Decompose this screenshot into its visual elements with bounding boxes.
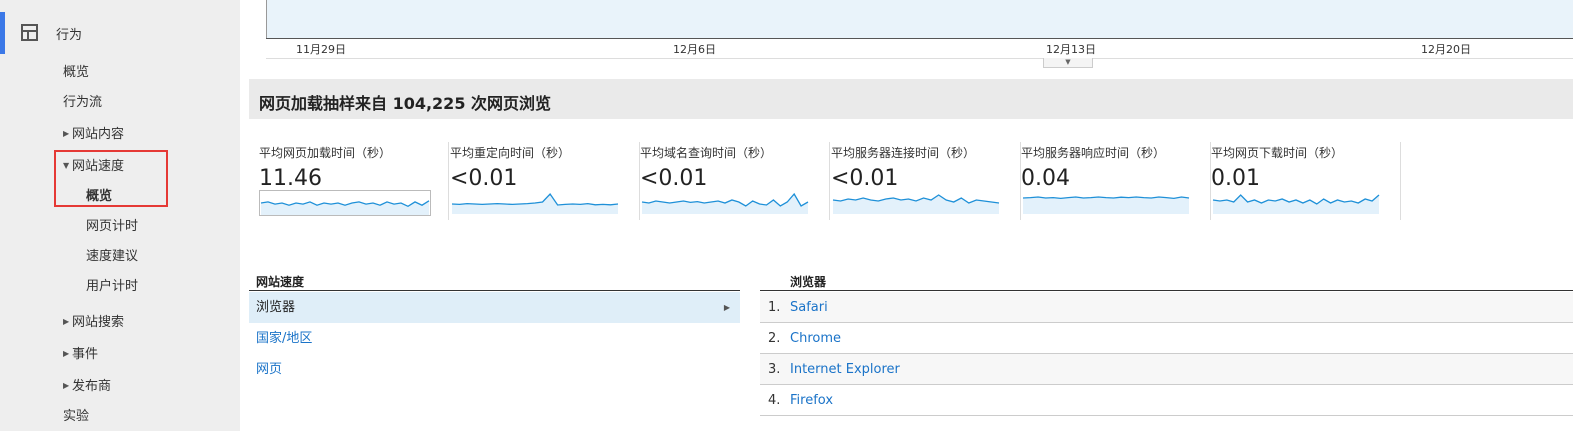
- row-number: 4.: [768, 393, 781, 408]
- metric-avg-domain-lookup-time[interactable]: 平均域名查询时间（秒） <0.01: [640, 142, 830, 220]
- metric-label: 平均服务器响应时间（秒）: [1021, 146, 1166, 160]
- dimension-column-header: 网站速度: [256, 275, 305, 289]
- sidebar-item-page-timings[interactable]: 网页计时: [86, 215, 138, 234]
- table-row: 2. Chrome: [760, 323, 1573, 354]
- metric-sparkline: [1022, 196, 1190, 214]
- caret-right-icon: ▶: [63, 349, 70, 358]
- section-title[interactable]: 行为: [56, 24, 82, 43]
- metric-value: 0.04: [1021, 166, 1070, 191]
- table-row: 3. Internet Explorer: [760, 354, 1573, 385]
- metric-avg-server-response-time[interactable]: 平均服务器响应时间（秒） 0.04: [1021, 142, 1211, 220]
- active-section-indicator: [0, 12, 5, 54]
- metric-value: 11.46: [259, 166, 322, 191]
- collapse-chart-toggle[interactable]: ▼: [1043, 58, 1093, 68]
- sidebar-item-events[interactable]: ▶ 事件: [63, 343, 98, 362]
- page-title: 网页加载抽样来自 104,225 次网页浏览: [259, 94, 552, 113]
- metric-value: <0.01: [450, 166, 518, 191]
- browser-link[interactable]: Chrome: [790, 323, 841, 354]
- metric-sparkline: [1212, 194, 1380, 214]
- metric-avg-redirect-time[interactable]: 平均重定向时间（秒） <0.01: [450, 142, 640, 220]
- dimension-label: 浏览器: [256, 300, 296, 315]
- metric-value: <0.01: [831, 166, 899, 191]
- metric-avg-server-connection-time[interactable]: 平均服务器连接时间（秒） <0.01: [831, 142, 1021, 220]
- dimension-row-page[interactable]: 网页: [249, 354, 740, 385]
- metric-label: 平均网页下载时间（秒）: [1211, 146, 1344, 160]
- sparkline-line: [451, 192, 619, 206]
- metric-value: 0.01: [1211, 166, 1260, 191]
- sidebar-item-overview[interactable]: 概览: [63, 61, 89, 80]
- highlight-annotation-box: [54, 150, 168, 207]
- sidebar-item-experiments[interactable]: 实验: [63, 405, 89, 424]
- sparkline-area: [833, 195, 999, 214]
- timeline-tick: 12月13日: [1046, 43, 1096, 56]
- metric-sparkline: [832, 194, 1000, 214]
- browser-link[interactable]: Internet Explorer: [790, 354, 900, 385]
- row-number: 2.: [768, 331, 781, 346]
- metric-avg-page-load-time[interactable]: 平均网页加载时间（秒） 11.46: [259, 142, 449, 220]
- browser-link[interactable]: Firefox: [790, 385, 833, 416]
- caret-right-icon: ▶: [63, 381, 70, 390]
- metric-sparkline: [451, 192, 619, 214]
- timeline-chart-area: [266, 0, 1573, 38]
- timeline-tick: 12月20日: [1421, 43, 1471, 56]
- row-number: 3.: [768, 362, 781, 377]
- report-header: 网页加载抽样来自 104,225 次网页浏览: [249, 79, 1573, 119]
- sidebar-item-publisher[interactable]: ▶ 发布商: [63, 375, 111, 394]
- row-number: 1.: [768, 300, 781, 315]
- metric-label: 平均网页加载时间（秒）: [259, 146, 392, 160]
- metric-sparkline: [259, 190, 431, 216]
- sidebar-item-speed-suggestions[interactable]: 速度建议: [86, 245, 138, 264]
- sidebar-item-user-timings[interactable]: 用户计时: [86, 275, 138, 294]
- divider: [760, 290, 1573, 291]
- timeline-divider: [266, 58, 1573, 59]
- sidebar-item-site-search[interactable]: ▶ 网站搜索: [63, 311, 124, 330]
- metric-label: 平均服务器连接时间（秒）: [831, 146, 976, 160]
- timeline-axis: [266, 38, 1573, 39]
- metric-label: 平均域名查询时间（秒）: [640, 146, 773, 160]
- browser-link[interactable]: Safari: [790, 292, 828, 323]
- metric-label: 平均重定向时间（秒）: [450, 146, 571, 160]
- timeline-tick: 11月29日: [296, 43, 346, 56]
- timeline-tick: 12月6日: [673, 43, 716, 56]
- metric-avg-page-download-time[interactable]: 平均网页下载时间（秒） 0.01: [1211, 142, 1401, 220]
- dimension-row-browser[interactable]: 浏览器 ▶: [249, 292, 740, 323]
- sidebar: 行为 概览 行为流 ▶ 网站内容 ▼ 网站速度 概览 网页计时 速度建议 用户计时 …: [0, 0, 240, 431]
- sparkline-area: [1023, 197, 1189, 214]
- chevron-down-icon: ▼: [1065, 58, 1071, 66]
- metric-value: <0.01: [640, 166, 708, 191]
- layout-icon: [21, 24, 38, 41]
- caret-right-icon: ▶: [63, 317, 70, 326]
- sidebar-item-site-content[interactable]: ▶ 网站内容: [63, 123, 124, 142]
- dimension-row-country[interactable]: 国家/地区: [249, 323, 740, 354]
- chevron-right-icon: ▶: [723, 303, 730, 312]
- table-row: 4. Firefox: [760, 385, 1573, 416]
- table-row: 1. Safari: [760, 292, 1573, 323]
- sparkline-area: [261, 200, 429, 216]
- browser-column-header: 浏览器: [790, 275, 827, 289]
- caret-right-icon: ▶: [63, 129, 70, 138]
- divider: [249, 290, 740, 291]
- sidebar-item-behavior-flow[interactable]: 行为流: [63, 91, 102, 110]
- metric-sparkline: [641, 192, 809, 214]
